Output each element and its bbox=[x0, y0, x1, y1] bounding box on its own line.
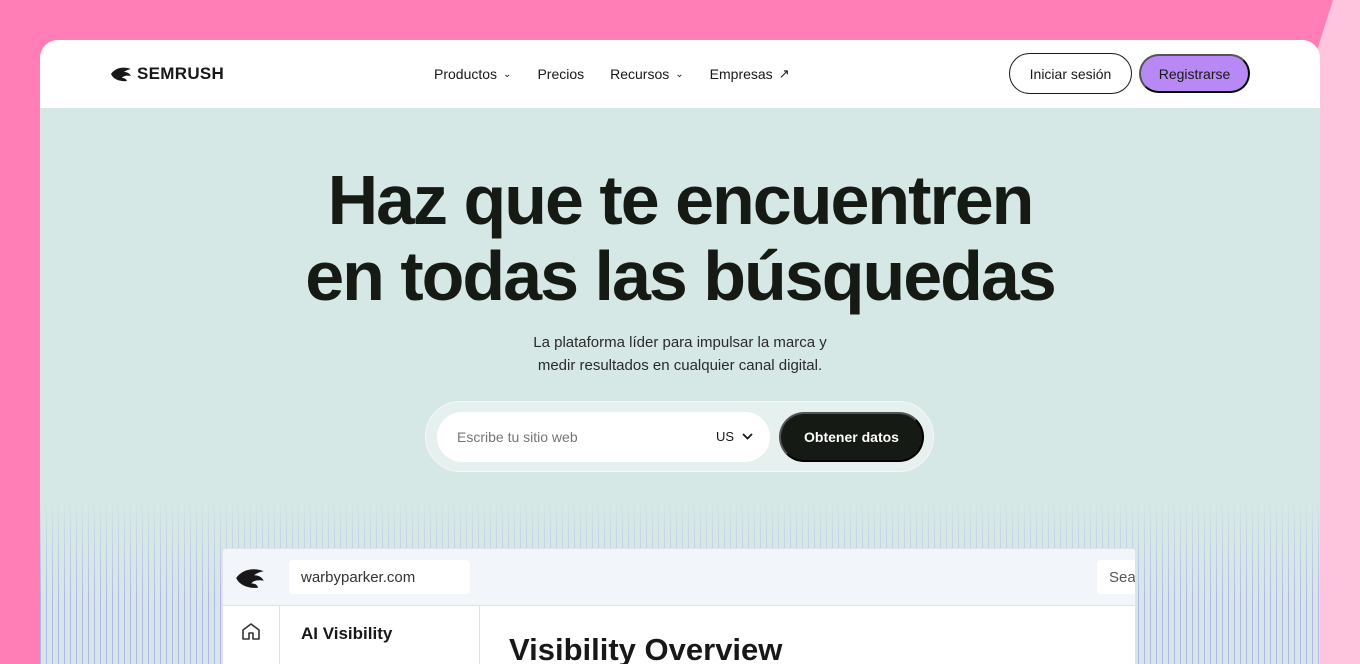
page-card: SEMRUSH Productos ⌄ Precios Recursos ⌄ E… bbox=[40, 40, 1320, 664]
menu-item-label: Precios bbox=[537, 66, 585, 82]
chevron-down-icon bbox=[742, 433, 753, 440]
hero-title-line: Haz que te encuentren bbox=[327, 161, 1035, 239]
domain-field[interactable]: warbyparker.com bbox=[289, 560, 470, 594]
menu-item-productos[interactable]: Productos ⌄ bbox=[434, 66, 511, 82]
semrush-flame-icon bbox=[111, 67, 131, 82]
preview-topbar: warbyparker.com Sea bbox=[223, 549, 1135, 606]
menu-item-recursos[interactable]: Recursos ⌄ bbox=[610, 66, 684, 82]
hero-subtitle-line: medir resultados en cualquier canal digi… bbox=[537, 357, 823, 374]
preview-icon-rail bbox=[223, 606, 280, 664]
preview-main-title: Visibility Overview bbox=[509, 632, 783, 664]
menu-item-empresas[interactable]: Empresas ↗ bbox=[710, 66, 790, 82]
brand-name: SEMRUSH bbox=[137, 64, 225, 83]
chevron-down-icon: ⌄ bbox=[503, 68, 512, 80]
menu-item-label: Empresas bbox=[709, 66, 773, 82]
preview-sidebar: AI Visibility bbox=[280, 606, 480, 664]
menu-item-label: Productos bbox=[434, 66, 498, 82]
external-link-icon: ↗ bbox=[778, 66, 790, 81]
hero-subtitle-line: La plataforma líder para impulsar la mar… bbox=[533, 334, 827, 351]
country-value: US bbox=[716, 429, 735, 444]
country-select[interactable]: US bbox=[716, 429, 753, 444]
get-data-button[interactable]: Obtener datos bbox=[779, 412, 924, 462]
menu-item-label: Recursos bbox=[610, 66, 670, 82]
hero-title: Haz que te encuentren en todas las búsqu… bbox=[40, 162, 1320, 314]
hero-title-line: en todas las búsquedas bbox=[305, 237, 1057, 315]
main-menu: Productos ⌄ Precios Recursos ⌄ Empresas … bbox=[434, 62, 816, 86]
hero-subtitle: La plataforma líder para impulsar la mar… bbox=[40, 331, 1320, 377]
brand-logo[interactable]: SEMRUSH bbox=[109, 64, 224, 84]
register-button[interactable]: Registrarse bbox=[1139, 54, 1250, 93]
chevron-down-icon: ⌄ bbox=[675, 68, 684, 80]
top-navigation: SEMRUSH Productos ⌄ Precios Recursos ⌄ E… bbox=[40, 40, 1320, 108]
menu-item-precios[interactable]: Precios bbox=[537, 66, 584, 82]
preview-search-field[interactable]: Sea bbox=[1097, 560, 1135, 594]
website-search-form: US Obtener datos bbox=[425, 401, 934, 472]
home-icon[interactable] bbox=[241, 622, 261, 640]
sidebar-title[interactable]: AI Visibility bbox=[301, 624, 392, 644]
login-button[interactable]: Iniciar sesión bbox=[1009, 53, 1132, 94]
semrush-flame-icon bbox=[236, 569, 264, 588]
